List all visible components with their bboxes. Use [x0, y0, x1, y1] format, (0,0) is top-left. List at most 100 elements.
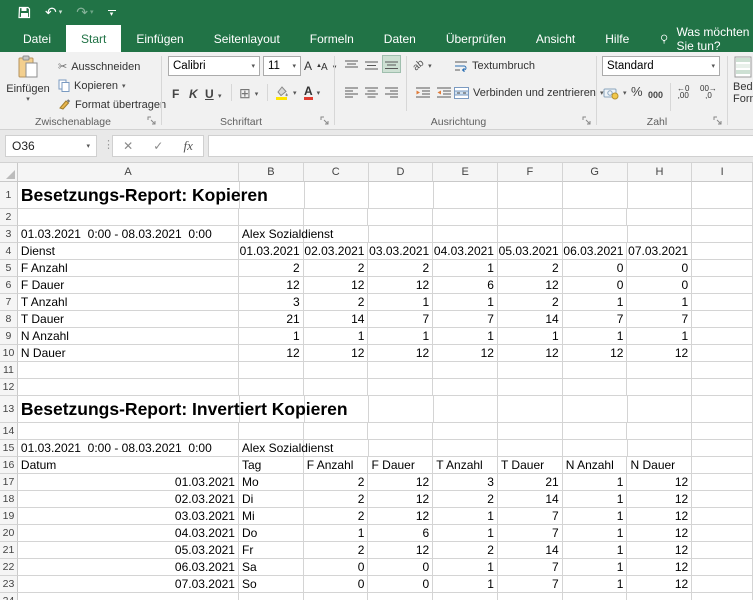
- cell-G11[interactable]: [563, 362, 628, 379]
- cell-C5[interactable]: 2: [304, 260, 369, 277]
- cell-I3[interactable]: [692, 226, 753, 243]
- cell-H6[interactable]: 0: [627, 277, 692, 294]
- cell-D14[interactable]: [368, 423, 433, 440]
- cell-E15[interactable]: [433, 440, 498, 457]
- cell-A20[interactable]: 04.03.2021: [18, 525, 239, 542]
- tab-daten[interactable]: Daten: [369, 25, 431, 52]
- cell-G15[interactable]: [563, 440, 628, 457]
- cell-F15[interactable]: [498, 440, 563, 457]
- cell-D4[interactable]: 03.03.2021: [368, 243, 433, 260]
- cell-G23[interactable]: 1: [563, 576, 628, 593]
- cell-D8[interactable]: 7: [368, 311, 433, 328]
- cell-C24[interactable]: [304, 593, 369, 600]
- cell-E14[interactable]: [433, 423, 498, 440]
- cell-B23[interactable]: So: [239, 576, 304, 593]
- wrap-text-button[interactable]: Textumbruch: [454, 56, 535, 75]
- cell-I2[interactable]: [692, 209, 753, 226]
- cell-G10[interactable]: 12: [563, 345, 628, 362]
- cell-A1[interactable]: Besetzungs-Report: Kopieren: [18, 182, 240, 209]
- select-all-corner[interactable]: [0, 163, 18, 182]
- cell-C21[interactable]: 2: [304, 542, 369, 559]
- cell-B2[interactable]: [239, 209, 304, 226]
- cell-G13[interactable]: [563, 396, 628, 423]
- cell-H24[interactable]: [627, 593, 692, 600]
- cell-B12[interactable]: [239, 379, 304, 396]
- cell-F4[interactable]: 05.03.2021: [498, 243, 563, 260]
- cell-G12[interactable]: [563, 379, 628, 396]
- cell-E10[interactable]: 12: [433, 345, 498, 362]
- cell-E3[interactable]: [433, 226, 498, 243]
- clipboard-dialog-launcher[interactable]: [147, 116, 157, 126]
- cell-I11[interactable]: [692, 362, 753, 379]
- font-family-select[interactable]: Calibri▾: [168, 56, 260, 76]
- cell-E18[interactable]: 2: [433, 491, 498, 508]
- cell-I5[interactable]: [692, 260, 753, 277]
- cell-F16[interactable]: T Dauer: [498, 457, 563, 474]
- cell-A16[interactable]: Datum: [18, 457, 239, 474]
- cell-C18[interactable]: 2: [304, 491, 369, 508]
- row-header-16[interactable]: 16: [0, 457, 18, 474]
- row-header-5[interactable]: 5: [0, 260, 18, 277]
- cell-E8[interactable]: 7: [433, 311, 498, 328]
- cell-I22[interactable]: [692, 559, 753, 576]
- cell-E9[interactable]: 1: [433, 328, 498, 345]
- cell-F8[interactable]: 14: [498, 311, 563, 328]
- cell-E4[interactable]: 04.03.2021: [433, 243, 498, 260]
- row-header-7[interactable]: 7: [0, 294, 18, 311]
- copy-dropdown[interactable]: ▾: [122, 82, 126, 90]
- cell-G17[interactable]: 1: [563, 474, 628, 491]
- cell-F6[interactable]: 12: [498, 277, 563, 294]
- conditional-formatting-button[interactable]: Bedingte Formatierung: [733, 55, 753, 105]
- insert-function-icon[interactable]: fx: [184, 138, 193, 154]
- cell-B14[interactable]: [239, 423, 304, 440]
- cell-H15[interactable]: [628, 440, 693, 457]
- cell-I6[interactable]: [692, 277, 753, 294]
- cell-A22[interactable]: 06.03.2021: [18, 559, 239, 576]
- increase-indent-button[interactable]: [434, 83, 453, 101]
- cell-I13[interactable]: [692, 396, 753, 423]
- cell-A10[interactable]: N Dauer: [18, 345, 239, 362]
- paste-dropdown[interactable]: ▾: [26, 95, 30, 103]
- cell-G18[interactable]: 1: [563, 491, 628, 508]
- cell-F11[interactable]: [498, 362, 563, 379]
- cell-H16[interactable]: N Dauer: [627, 457, 692, 474]
- row-header-8[interactable]: 8: [0, 311, 18, 328]
- cell-A17[interactable]: 01.03.2021: [18, 474, 239, 491]
- row-header-10[interactable]: 10: [0, 345, 18, 362]
- cell-E5[interactable]: 1: [433, 260, 498, 277]
- cell-H12[interactable]: [627, 379, 692, 396]
- cell-G3[interactable]: [563, 226, 628, 243]
- cell-I8[interactable]: [692, 311, 753, 328]
- borders-button[interactable]: ⊞▾: [239, 84, 258, 103]
- row-header-12[interactable]: 12: [0, 379, 18, 396]
- row-header-14[interactable]: 14: [0, 423, 18, 440]
- cell-C9[interactable]: 1: [304, 328, 369, 345]
- cell-H11[interactable]: [627, 362, 692, 379]
- cell-G24[interactable]: [563, 593, 628, 600]
- cell-A5[interactable]: F Anzahl: [18, 260, 239, 277]
- row-header-18[interactable]: 18: [0, 491, 18, 508]
- cell-C1[interactable]: [305, 182, 370, 209]
- number-format-select[interactable]: Standard▾: [602, 56, 720, 76]
- cell-E21[interactable]: 2: [433, 542, 498, 559]
- row-header-15[interactable]: 15: [0, 440, 18, 457]
- cell-B17[interactable]: Mo: [239, 474, 304, 491]
- cell-F21[interactable]: 14: [498, 542, 563, 559]
- cell-F22[interactable]: 7: [498, 559, 563, 576]
- cell-D11[interactable]: [368, 362, 433, 379]
- cell-B18[interactable]: Di: [239, 491, 304, 508]
- cell-C6[interactable]: 12: [304, 277, 369, 294]
- row-header-1[interactable]: 1: [0, 182, 18, 209]
- cell-B8[interactable]: 21: [239, 311, 304, 328]
- row-header-17[interactable]: 17: [0, 474, 18, 491]
- cell-H5[interactable]: 0: [627, 260, 692, 277]
- cell-C16[interactable]: F Anzahl: [304, 457, 369, 474]
- cell-D6[interactable]: 12: [368, 277, 433, 294]
- cell-F20[interactable]: 7: [498, 525, 563, 542]
- cell-I23[interactable]: [692, 576, 753, 593]
- cell-C22[interactable]: 0: [304, 559, 369, 576]
- cell-D15[interactable]: [369, 440, 434, 457]
- decrease-indent-button[interactable]: [413, 83, 432, 101]
- cell-A12[interactable]: [18, 379, 239, 396]
- cell-H8[interactable]: 7: [627, 311, 692, 328]
